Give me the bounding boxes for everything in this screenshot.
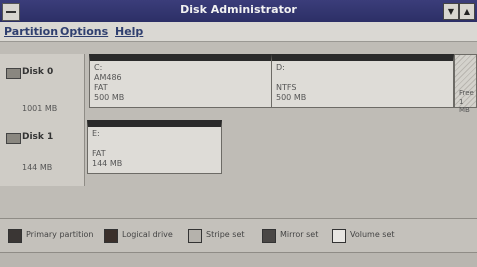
disk-name: Disk 0 — [22, 67, 54, 77]
disk-0-label[interactable]: Disk 0 1001 MB — [0, 54, 85, 120]
partition-volume-label: AM486 — [94, 73, 122, 82]
window-title: Disk Administrator — [180, 3, 297, 16]
legend-label: Primary partition — [26, 230, 94, 239]
disk-name: Disk 1 — [22, 132, 54, 142]
hard-disk-icon — [6, 133, 21, 144]
disk-size: 1001 MB — [22, 104, 58, 113]
free-space-label: Free — [459, 89, 474, 97]
title-bar: Disk Administrator ▼ ▲ — [0, 0, 477, 23]
partition-letter: E: — [92, 129, 100, 138]
disk-size: 144 MB — [22, 163, 53, 172]
disk-map-area: Disk 0 1001 MB C: AM486 FAT 500 MB D: NT… — [0, 42, 477, 218]
free-space[interactable]: Free 1 MB — [454, 54, 477, 114]
partition-c[interactable]: C: AM486 FAT 500 MB — [89, 54, 272, 108]
partition-size: 144 MB — [92, 159, 123, 168]
legend-bar: Primary partition Logical drive Stripe s… — [0, 218, 477, 253]
legend-swatch — [8, 229, 22, 243]
legend-swatch — [188, 229, 202, 243]
partition-filesystem: FAT — [92, 149, 106, 158]
menu-partition[interactable]: Partition — [4, 25, 58, 38]
menu-options[interactable]: Options — [60, 25, 108, 38]
partition-filesystem: NTFS — [276, 83, 297, 92]
partition-letter: C: — [94, 63, 103, 72]
partition-size: 500 MB — [276, 93, 307, 102]
menu-help[interactable]: Help — [115, 25, 143, 38]
legend-swatch — [104, 229, 118, 243]
legend-label: Volume set — [350, 230, 395, 239]
legend-label: Logical drive — [122, 230, 173, 239]
status-bar — [0, 252, 477, 267]
partition-d[interactable]: D: NTFS 500 MB — [271, 54, 454, 108]
hard-disk-icon — [6, 68, 21, 79]
partition-e[interactable]: E: FAT 144 MB — [87, 120, 222, 174]
legend-label: Mirror set — [280, 230, 319, 239]
legend-label: Stripe set — [206, 230, 245, 239]
partition-filesystem: FAT — [94, 83, 108, 92]
free-space-size: 1 MB — [459, 98, 470, 114]
partition-letter: D: — [276, 63, 285, 72]
legend-swatch — [332, 229, 346, 243]
legend-swatch — [262, 229, 276, 243]
minimize-button[interactable]: ▼ — [443, 3, 459, 20]
menu-bar: Partition Options Help — [0, 22, 477, 42]
disk-1-label[interactable]: Disk 1 144 MB — [0, 120, 85, 186]
partition-size: 500 MB — [94, 93, 125, 102]
maximize-button[interactable]: ▲ — [459, 3, 475, 20]
